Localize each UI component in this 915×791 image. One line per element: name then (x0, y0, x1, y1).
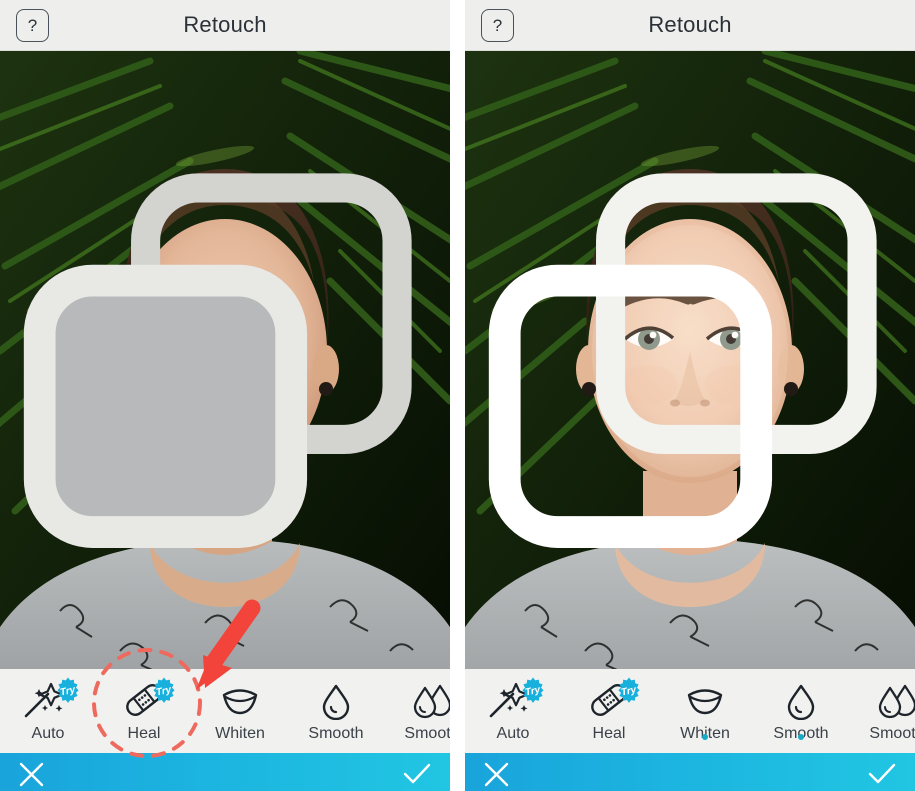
tool-whiten[interactable]: Whiten (657, 673, 753, 743)
cancel-button[interactable] (483, 761, 510, 788)
confirm-button[interactable] (867, 761, 897, 788)
tool-label: Heal (127, 725, 161, 742)
applied-indicator-dot (798, 734, 804, 740)
tool-heal[interactable]: Try Heal (96, 673, 192, 743)
tool-label: Smooth (869, 725, 915, 742)
panel-divider (450, 0, 465, 791)
page-title: Retouch (183, 12, 267, 37)
try-badge: Try (54, 677, 82, 705)
tool-label: Auto (31, 725, 65, 742)
tool-smooth[interactable]: Smooth (753, 673, 849, 743)
compare-layers-icon[interactable] (0, 51, 450, 669)
tool-heal[interactable]: Try Heal (561, 673, 657, 743)
double-droplet-icon: Try (384, 679, 450, 721)
tool-label: Smooth (308, 725, 364, 742)
confirm-button[interactable] (402, 761, 432, 788)
action-bar-after (465, 753, 915, 791)
help-label: ? (27, 15, 38, 35)
app-header-after: ? Retouch (465, 0, 915, 51)
action-bar-before (0, 753, 450, 791)
tool-label: Heal (592, 725, 626, 742)
tool-label: Whiten (215, 725, 265, 742)
help-label: ? (492, 15, 503, 35)
double-droplet-icon: Try (849, 679, 915, 721)
tool-auto[interactable]: Try Auto (465, 673, 561, 743)
try-badge: Try (519, 677, 547, 705)
tool-smooth-plus[interactable]: Try Smooth (849, 673, 915, 743)
comparison-stage: ? Retouch Try Auto Try Heal Whiten Smoot… (0, 0, 915, 791)
tool-whiten[interactable]: Whiten (192, 673, 288, 743)
page-title: Retouch (648, 12, 732, 37)
tool-smooth-plus[interactable]: Try Smooth (384, 673, 450, 743)
bandage-icon: Try (96, 677, 192, 721)
tool-label: Smooth (404, 725, 450, 742)
help-button[interactable]: ? (481, 9, 514, 42)
tool-strip-before[interactable]: Try Auto Try Heal Whiten Smooth Smoot (0, 669, 450, 753)
panel-after: ? Retouch Try Auto Try Heal Smoot (465, 0, 915, 791)
photo-canvas-after[interactable] (465, 51, 915, 669)
applied-indicator-dot (702, 734, 708, 740)
smile-teeth-icon (192, 679, 288, 721)
compare-layers-icon[interactable] (465, 51, 915, 669)
tool-auto[interactable]: Try Auto (0, 673, 96, 743)
magic-wand-icon: Try (0, 677, 96, 721)
bandage-icon: Try (561, 677, 657, 721)
droplet-icon (288, 679, 384, 721)
cancel-button[interactable] (18, 761, 45, 788)
tool-strip-after[interactable]: Try Auto Try Heal Smoot (465, 669, 915, 753)
app-header-before: ? Retouch (0, 0, 450, 51)
droplet-icon (753, 679, 849, 721)
photo-canvas-before[interactable] (0, 51, 450, 669)
try-badge: Try (150, 677, 178, 705)
smile-teeth-icon (657, 679, 753, 721)
try-badge: Try (615, 677, 643, 705)
tool-smooth[interactable]: Smooth (288, 673, 384, 743)
help-button[interactable]: ? (16, 9, 49, 42)
magic-wand-icon: Try (465, 677, 561, 721)
tool-label: Auto (496, 725, 530, 742)
panel-before: ? Retouch Try Auto Try Heal Whiten Smoot… (0, 0, 450, 791)
